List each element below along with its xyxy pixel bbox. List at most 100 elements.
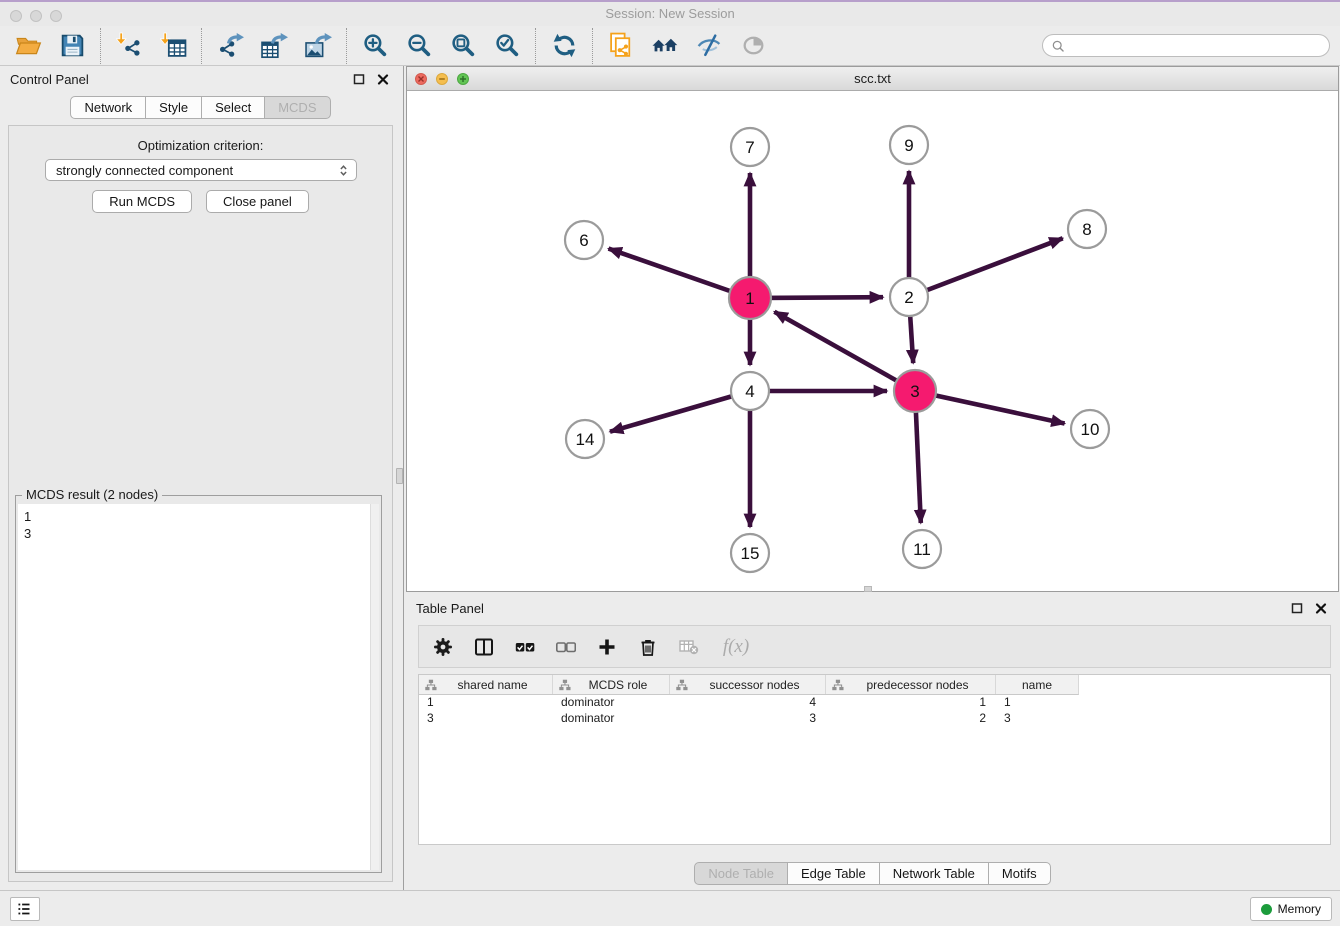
tab-node-table[interactable]: Node Table: [694, 862, 788, 885]
import-table-button[interactable]: [157, 30, 189, 62]
column-type-icon: [557, 679, 571, 691]
app-title: Session: New Session: [0, 2, 1340, 26]
column-header-predecessor-nodes[interactable]: predecessor nodes: [826, 675, 996, 694]
horizontal-split-grip[interactable]: [864, 586, 872, 592]
network-home-button[interactable]: [649, 30, 681, 62]
network-window-titlebar[interactable]: scc.txt: [407, 67, 1338, 91]
search-icon: [1051, 39, 1065, 53]
graph-node-label: 2: [904, 288, 913, 307]
export-table-icon: [261, 32, 288, 59]
title-bar: Session: New Session: [0, 0, 1340, 26]
float-table-panel-button[interactable]: [1289, 600, 1305, 616]
zoom-out-button[interactable]: [403, 30, 435, 62]
network-minimize-button[interactable]: [436, 73, 448, 85]
network-maximize-button[interactable]: [457, 73, 469, 85]
tab-mcds[interactable]: MCDS: [264, 96, 330, 119]
graph-edge-3-10[interactable]: [915, 391, 1065, 424]
function-builder-button: f(x): [718, 635, 754, 659]
duplicate-network-button[interactable]: [605, 30, 637, 62]
close-panel-button[interactable]: [375, 71, 391, 87]
unselect-all-columns-button[interactable]: [554, 635, 578, 659]
column-settings-button[interactable]: [431, 635, 455, 659]
tab-network[interactable]: Network: [70, 96, 146, 119]
graph-edge-1-6[interactable]: [609, 249, 751, 298]
delete-table-button: [677, 635, 701, 659]
show-all-button: [737, 30, 769, 62]
hide-selected-button[interactable]: [693, 30, 725, 62]
open-session-button[interactable]: [12, 30, 44, 62]
run-mcds-button[interactable]: Run MCDS: [92, 190, 192, 213]
eye-slash-icon: [696, 32, 723, 59]
network-canvas[interactable]: 1234678910111415: [407, 91, 1338, 591]
close-window-button[interactable]: [10, 10, 22, 22]
graph-node-label: 6: [579, 231, 588, 250]
network-close-button[interactable]: [415, 73, 427, 85]
graph-edge-3-1[interactable]: [774, 312, 915, 391]
mcds-result-textarea[interactable]: 13: [18, 504, 379, 870]
graph-edge-4-14[interactable]: [610, 391, 750, 432]
table-cell[interactable]: dominator: [553, 695, 670, 711]
tab-motifs[interactable]: Motifs: [988, 862, 1051, 885]
column-header-MCDS-role[interactable]: MCDS role: [553, 675, 670, 694]
show-column-panel-button[interactable]: [472, 635, 496, 659]
plus-icon: [597, 637, 617, 657]
export-network-button[interactable]: [214, 30, 246, 62]
check-boxes-icon: [515, 637, 535, 657]
graph-node-label: 8: [1082, 220, 1091, 239]
table-delete-icon: [679, 637, 699, 657]
minimize-window-button[interactable]: [30, 10, 42, 22]
table-cell[interactable]: 3: [996, 711, 1078, 727]
select-all-columns-button[interactable]: [513, 635, 537, 659]
optimization-select[interactable]: strongly connected component: [45, 159, 357, 181]
table-cell[interactable]: 1: [996, 695, 1078, 711]
save-session-button[interactable]: [56, 30, 88, 62]
zoom-in-button[interactable]: [359, 30, 391, 62]
memory-button[interactable]: Memory: [1250, 897, 1332, 921]
folder-open-icon: [15, 32, 42, 59]
close-panel-button-inner[interactable]: Close panel: [206, 190, 309, 213]
column-header-shared-name[interactable]: shared name: [419, 675, 553, 694]
column-header-label: predecessor nodes: [844, 678, 991, 692]
export-table-button[interactable]: [258, 30, 290, 62]
column-header-name[interactable]: name: [996, 675, 1078, 694]
table-cell[interactable]: 4: [670, 695, 826, 711]
refresh-icon: [551, 32, 578, 59]
panel-divider: [403, 66, 404, 890]
maximize-window-button[interactable]: [50, 10, 62, 22]
search-box[interactable]: [1042, 34, 1330, 57]
close-table-panel-button[interactable]: [1313, 600, 1329, 616]
vertical-split-grip[interactable]: [396, 468, 403, 484]
tab-select[interactable]: Select: [201, 96, 265, 119]
column-header-successor-nodes[interactable]: successor nodes: [670, 675, 826, 694]
graph-edge-2-8[interactable]: [909, 238, 1063, 297]
table-cell[interactable]: 1: [419, 695, 553, 711]
mcds-result-line: 3: [24, 525, 379, 542]
search-input[interactable]: [1069, 39, 1321, 53]
import-network-button[interactable]: [113, 30, 145, 62]
table-cell[interactable]: 1: [826, 695, 996, 711]
delete-columns-button[interactable]: [636, 635, 660, 659]
graph-node-label: 7: [745, 138, 754, 157]
trash-icon: [638, 637, 658, 657]
refresh-view-button[interactable]: [548, 30, 580, 62]
tab-edge-table[interactable]: Edge Table: [787, 862, 880, 885]
tab-style[interactable]: Style: [145, 96, 202, 119]
export-image-button[interactable]: [302, 30, 334, 62]
table-cell[interactable]: 3: [670, 711, 826, 727]
table-cell[interactable]: 3: [419, 711, 553, 727]
show-panels-button[interactable]: [10, 897, 40, 921]
result-scrollbar[interactable]: [370, 504, 379, 870]
zoom-selected-button[interactable]: [491, 30, 523, 62]
table-cell[interactable]: dominator: [553, 711, 670, 727]
memory-label: Memory: [1278, 902, 1321, 916]
zoom-fit-button[interactable]: [447, 30, 479, 62]
float-panel-button[interactable]: [351, 71, 367, 87]
graph-node-label: 4: [745, 382, 754, 401]
create-column-button[interactable]: [595, 635, 619, 659]
tab-network-table[interactable]: Network Table: [879, 862, 989, 885]
table-row[interactable]: 3dominator323: [419, 711, 1330, 727]
table-row[interactable]: 1dominator411: [419, 695, 1330, 711]
zoom-in-icon: [362, 32, 389, 59]
table-cell[interactable]: 2: [826, 711, 996, 727]
homes-icon: [652, 32, 679, 59]
